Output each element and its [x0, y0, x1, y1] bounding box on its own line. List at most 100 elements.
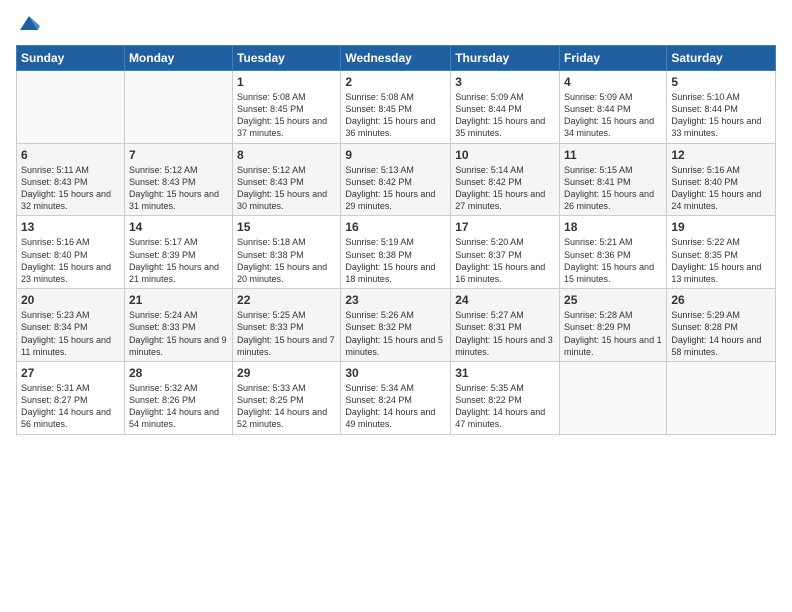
day-number: 5 [671, 74, 771, 90]
day-info: Sunrise: 5:31 AM Sunset: 8:27 PM Dayligh… [21, 382, 120, 431]
day-info: Sunrise: 5:27 AM Sunset: 8:31 PM Dayligh… [455, 309, 555, 358]
calendar-cell: 4Sunrise: 5:09 AM Sunset: 8:44 PM Daylig… [560, 70, 667, 143]
calendar-cell: 30Sunrise: 5:34 AM Sunset: 8:24 PM Dayli… [341, 361, 451, 434]
calendar-cell [124, 70, 232, 143]
day-info: Sunrise: 5:35 AM Sunset: 8:22 PM Dayligh… [455, 382, 555, 431]
calendar-cell: 26Sunrise: 5:29 AM Sunset: 8:28 PM Dayli… [667, 289, 776, 362]
day-number: 20 [21, 292, 120, 308]
calendar-cell: 6Sunrise: 5:11 AM Sunset: 8:43 PM Daylig… [17, 143, 125, 216]
calendar-cell [17, 70, 125, 143]
calendar-cell: 13Sunrise: 5:16 AM Sunset: 8:40 PM Dayli… [17, 216, 125, 289]
day-number: 19 [671, 219, 771, 235]
calendar-header-row: SundayMondayTuesdayWednesdayThursdayFrid… [17, 45, 776, 70]
col-header-sunday: Sunday [17, 45, 125, 70]
day-number: 23 [345, 292, 446, 308]
day-number: 27 [21, 365, 120, 381]
calendar-cell: 10Sunrise: 5:14 AM Sunset: 8:42 PM Dayli… [451, 143, 560, 216]
day-number: 26 [671, 292, 771, 308]
day-info: Sunrise: 5:22 AM Sunset: 8:35 PM Dayligh… [671, 236, 771, 285]
day-number: 1 [237, 74, 336, 90]
day-info: Sunrise: 5:13 AM Sunset: 8:42 PM Dayligh… [345, 164, 446, 213]
day-number: 28 [129, 365, 228, 381]
calendar-cell: 28Sunrise: 5:32 AM Sunset: 8:26 PM Dayli… [124, 361, 232, 434]
calendar-cell: 23Sunrise: 5:26 AM Sunset: 8:32 PM Dayli… [341, 289, 451, 362]
col-header-friday: Friday [560, 45, 667, 70]
day-info: Sunrise: 5:15 AM Sunset: 8:41 PM Dayligh… [564, 164, 662, 213]
calendar-cell [560, 361, 667, 434]
day-info: Sunrise: 5:18 AM Sunset: 8:38 PM Dayligh… [237, 236, 336, 285]
day-info: Sunrise: 5:14 AM Sunset: 8:42 PM Dayligh… [455, 164, 555, 213]
col-header-wednesday: Wednesday [341, 45, 451, 70]
calendar-cell: 15Sunrise: 5:18 AM Sunset: 8:38 PM Dayli… [233, 216, 341, 289]
calendar-cell: 19Sunrise: 5:22 AM Sunset: 8:35 PM Dayli… [667, 216, 776, 289]
calendar-cell: 31Sunrise: 5:35 AM Sunset: 8:22 PM Dayli… [451, 361, 560, 434]
calendar-week-0: 1Sunrise: 5:08 AM Sunset: 8:45 PM Daylig… [17, 70, 776, 143]
day-info: Sunrise: 5:28 AM Sunset: 8:29 PM Dayligh… [564, 309, 662, 358]
calendar-week-1: 6Sunrise: 5:11 AM Sunset: 8:43 PM Daylig… [17, 143, 776, 216]
calendar-week-2: 13Sunrise: 5:16 AM Sunset: 8:40 PM Dayli… [17, 216, 776, 289]
calendar-cell: 9Sunrise: 5:13 AM Sunset: 8:42 PM Daylig… [341, 143, 451, 216]
logo [16, 12, 40, 37]
calendar-cell: 14Sunrise: 5:17 AM Sunset: 8:39 PM Dayli… [124, 216, 232, 289]
col-header-saturday: Saturday [667, 45, 776, 70]
calendar-week-3: 20Sunrise: 5:23 AM Sunset: 8:34 PM Dayli… [17, 289, 776, 362]
calendar-cell: 25Sunrise: 5:28 AM Sunset: 8:29 PM Dayli… [560, 289, 667, 362]
day-info: Sunrise: 5:08 AM Sunset: 8:45 PM Dayligh… [237, 91, 336, 140]
day-info: Sunrise: 5:17 AM Sunset: 8:39 PM Dayligh… [129, 236, 228, 285]
page: SundayMondayTuesdayWednesdayThursdayFrid… [0, 0, 792, 612]
day-number: 13 [21, 219, 120, 235]
day-number: 6 [21, 147, 120, 163]
col-header-monday: Monday [124, 45, 232, 70]
day-number: 16 [345, 219, 446, 235]
day-number: 18 [564, 219, 662, 235]
calendar-cell: 17Sunrise: 5:20 AM Sunset: 8:37 PM Dayli… [451, 216, 560, 289]
day-info: Sunrise: 5:26 AM Sunset: 8:32 PM Dayligh… [345, 309, 446, 358]
day-number: 11 [564, 147, 662, 163]
day-info: Sunrise: 5:08 AM Sunset: 8:45 PM Dayligh… [345, 91, 446, 140]
day-number: 2 [345, 74, 446, 90]
day-number: 7 [129, 147, 228, 163]
calendar-cell: 16Sunrise: 5:19 AM Sunset: 8:38 PM Dayli… [341, 216, 451, 289]
day-number: 8 [237, 147, 336, 163]
day-number: 30 [345, 365, 446, 381]
day-info: Sunrise: 5:32 AM Sunset: 8:26 PM Dayligh… [129, 382, 228, 431]
calendar-cell: 7Sunrise: 5:12 AM Sunset: 8:43 PM Daylig… [124, 143, 232, 216]
day-number: 22 [237, 292, 336, 308]
day-number: 24 [455, 292, 555, 308]
calendar-cell [667, 361, 776, 434]
day-info: Sunrise: 5:16 AM Sunset: 8:40 PM Dayligh… [671, 164, 771, 213]
calendar-cell: 29Sunrise: 5:33 AM Sunset: 8:25 PM Dayli… [233, 361, 341, 434]
calendar-table: SundayMondayTuesdayWednesdayThursdayFrid… [16, 45, 776, 435]
day-number: 12 [671, 147, 771, 163]
day-info: Sunrise: 5:10 AM Sunset: 8:44 PM Dayligh… [671, 91, 771, 140]
day-info: Sunrise: 5:19 AM Sunset: 8:38 PM Dayligh… [345, 236, 446, 285]
day-number: 21 [129, 292, 228, 308]
day-info: Sunrise: 5:25 AM Sunset: 8:33 PM Dayligh… [237, 309, 336, 358]
calendar-cell: 3Sunrise: 5:09 AM Sunset: 8:44 PM Daylig… [451, 70, 560, 143]
calendar-cell: 12Sunrise: 5:16 AM Sunset: 8:40 PM Dayli… [667, 143, 776, 216]
calendar-cell: 8Sunrise: 5:12 AM Sunset: 8:43 PM Daylig… [233, 143, 341, 216]
day-info: Sunrise: 5:11 AM Sunset: 8:43 PM Dayligh… [21, 164, 120, 213]
day-info: Sunrise: 5:23 AM Sunset: 8:34 PM Dayligh… [21, 309, 120, 358]
calendar-cell: 27Sunrise: 5:31 AM Sunset: 8:27 PM Dayli… [17, 361, 125, 434]
day-info: Sunrise: 5:21 AM Sunset: 8:36 PM Dayligh… [564, 236, 662, 285]
day-info: Sunrise: 5:20 AM Sunset: 8:37 PM Dayligh… [455, 236, 555, 285]
day-info: Sunrise: 5:29 AM Sunset: 8:28 PM Dayligh… [671, 309, 771, 358]
day-number: 10 [455, 147, 555, 163]
day-info: Sunrise: 5:09 AM Sunset: 8:44 PM Dayligh… [564, 91, 662, 140]
day-info: Sunrise: 5:34 AM Sunset: 8:24 PM Dayligh… [345, 382, 446, 431]
day-number: 4 [564, 74, 662, 90]
calendar-cell: 18Sunrise: 5:21 AM Sunset: 8:36 PM Dayli… [560, 216, 667, 289]
col-header-thursday: Thursday [451, 45, 560, 70]
day-number: 9 [345, 147, 446, 163]
day-number: 25 [564, 292, 662, 308]
day-info: Sunrise: 5:24 AM Sunset: 8:33 PM Dayligh… [129, 309, 228, 358]
day-info: Sunrise: 5:12 AM Sunset: 8:43 PM Dayligh… [129, 164, 228, 213]
col-header-tuesday: Tuesday [233, 45, 341, 70]
calendar-cell: 2Sunrise: 5:08 AM Sunset: 8:45 PM Daylig… [341, 70, 451, 143]
day-info: Sunrise: 5:12 AM Sunset: 8:43 PM Dayligh… [237, 164, 336, 213]
day-number: 3 [455, 74, 555, 90]
calendar-cell: 21Sunrise: 5:24 AM Sunset: 8:33 PM Dayli… [124, 289, 232, 362]
day-number: 15 [237, 219, 336, 235]
logo-icon [18, 12, 40, 34]
